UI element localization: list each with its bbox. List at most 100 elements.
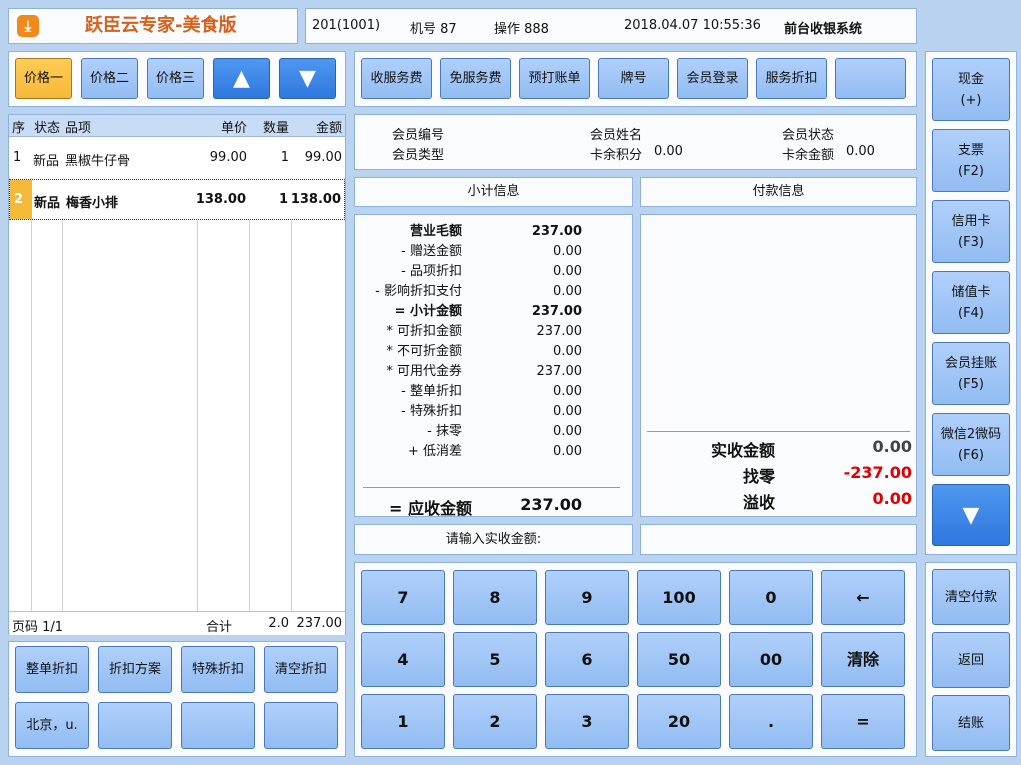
subtotal-line-value: 0.00 [553,384,582,399]
member-login-button[interactable]: 会员登录 [677,58,748,99]
subtotal-line-label: - 整单折扣 [401,384,462,399]
payment-method-name: 现金 [957,71,984,87]
row-item: 黑椒牛仔骨 [65,154,131,169]
app-title: 跃臣云专家-美食版 [85,15,237,36]
table-row[interactable]: 1 新品 黑椒牛仔骨 99.00 1 99.00 [9,137,345,178]
discount-plan-button[interactable]: 折扣方案 [98,646,172,693]
machine-number: 机号 87 [410,22,457,37]
keypad-key[interactable]: 0 [729,570,813,625]
more-methods-button[interactable]: ▼ [932,484,1010,546]
clear-discount-button[interactable]: 清空折扣 [264,646,338,693]
arrow-down-icon: ▼ [299,66,316,91]
subtotal-line: * 不可折金额 0.00 [355,342,632,362]
col-amount: 金额 [315,121,342,136]
service-discount-button[interactable]: 服务折扣 [756,58,827,99]
member-status-label: 会员状态 [782,128,835,143]
keypad-key[interactable]: 100 [637,570,721,625]
subtotal-line-label: = 小计金额 [394,304,462,319]
payment-method-name: 会员挂账 [944,355,997,371]
keypad-key[interactable]: 3 [545,694,629,749]
keypad-key[interactable]: = [821,694,905,749]
keypad-key[interactable]: 8 [453,570,537,625]
price-tab-1[interactable]: 价格一 [15,58,72,99]
payment-method-button[interactable]: 信用卡 (F3) [932,200,1010,263]
keypad-key[interactable]: 9 [545,570,629,625]
tag-number-button[interactable]: 牌号 [598,58,669,99]
row-qty: 1 [278,192,288,207]
keypad-key[interactable]: 5 [453,632,537,687]
keypad-key[interactable]: . [729,694,813,749]
total-qty: 2.0 [268,616,289,631]
subtotal-line-value: 237.00 [536,364,583,379]
scroll-down-button[interactable]: ▼ [279,58,336,99]
keypad-key[interactable]: 清除 [821,632,905,687]
row-seq: 2 [14,192,24,207]
system-name: 前台收银系统 [784,22,863,37]
arrow-down-icon: ▼ [962,502,980,528]
custom-discount-button[interactable]: 北京，u. [15,702,89,749]
empty-button[interactable] [181,702,255,749]
keypad-key[interactable]: 7 [361,570,445,625]
payment-panel: 实收金额 0.00 找零 -237.00 溢收 0.00 [640,214,917,517]
points-value: 0.00 [654,144,683,159]
subtotal-line: - 整单折扣 0.00 [355,382,632,402]
whole-order-discount-button[interactable]: 整单折扣 [15,646,89,693]
keypad-key[interactable]: ← [821,570,905,625]
service-charge-button[interactable]: 收服务费 [361,58,432,99]
received-label: 实收金额 [710,441,775,460]
keypad-key[interactable]: 20 [637,694,721,749]
subtotal-line-value: 0.00 [553,444,582,459]
subtotal-line-value: 0.00 [553,244,582,259]
row-amount: 138.00 [290,192,341,207]
subtotal-line: * 可折扣金额 237.00 [355,322,632,342]
empty-button[interactable] [98,702,172,749]
payment-method-button[interactable]: 微信2微码 (F6) [932,413,1010,476]
payment-method-shortcut: (F5) [958,376,984,392]
subtotal-line-label: - 影响折扣支付 [375,284,462,299]
order-table: 序 状态 品项 单价 数量 金额 1 新品 黑椒牛仔骨 99.00 1 99.0… [8,114,346,635]
payment-method-name: 支票 [957,142,984,158]
scroll-up-button[interactable]: ▲ [213,58,270,99]
subtotal-line: - 抹零 0.00 [355,422,632,442]
col-qty: 数量 [262,121,289,136]
subtotal-line: = 小计金额 237.00 [355,302,632,322]
keypad-key[interactable]: 50 [637,632,721,687]
keypad-key[interactable]: 4 [361,632,445,687]
keypad-key[interactable]: 1 [361,694,445,749]
special-discount-button[interactable]: 特殊折扣 [181,646,255,693]
table-row[interactable]: 2 新品 梅香小排 138.00 1 138.00 [9,179,345,220]
payment-method-button[interactable]: 储值卡 (F4) [932,271,1010,334]
keypad-key[interactable]: 6 [545,632,629,687]
keypad-key[interactable]: 2 [453,694,537,749]
price-tab-3[interactable]: 价格三 [147,58,204,99]
member-type-label: 会员类型 [392,148,445,163]
subtotal-line-label: * 可折扣金额 [386,324,462,339]
member-name-label: 会员姓名 [590,128,643,143]
empty-button[interactable] [264,702,338,749]
subtotal-line-value: 237.00 [531,304,582,319]
amount-input[interactable] [640,524,917,555]
change-value: -237.00 [843,463,912,482]
amount-prompt: 请输入实收金额: [354,524,633,555]
payment-method-button[interactable]: 会员挂账 (F5) [932,342,1010,405]
clear-payment-button[interactable]: 清空付款 [932,569,1010,625]
payment-method-shortcut: (+) [960,92,982,108]
status-bar: 201(1001) 机号 87 操作 888 2018.04.07 10:55:… [305,8,917,44]
total-label: 合计 [206,620,233,635]
waive-service-button[interactable]: 免服务费 [440,58,511,99]
back-button[interactable]: 返回 [932,632,1010,688]
subtotal-line-label: - 特殊折扣 [401,404,462,419]
col-item: 品项 [65,121,92,136]
payment-method-name: 储值卡 [951,284,991,300]
checkout-button[interactable]: 结账 [932,695,1010,751]
payment-method-button[interactable]: 支票 (F2) [932,129,1010,192]
subtotal-line-value: 237.00 [536,324,583,339]
subtotal-line-value: 237.00 [531,224,582,239]
preprint-bill-button[interactable]: 预打账单 [519,58,590,99]
col-price: 单价 [220,121,247,136]
empty-toolbar-button[interactable] [835,58,906,99]
keypad-key[interactable]: 00 [729,632,813,687]
payment-method-button[interactable]: 现金 (+) [932,58,1010,121]
price-tab-2[interactable]: 价格二 [81,58,138,99]
table-number: 201(1001) [312,18,381,33]
